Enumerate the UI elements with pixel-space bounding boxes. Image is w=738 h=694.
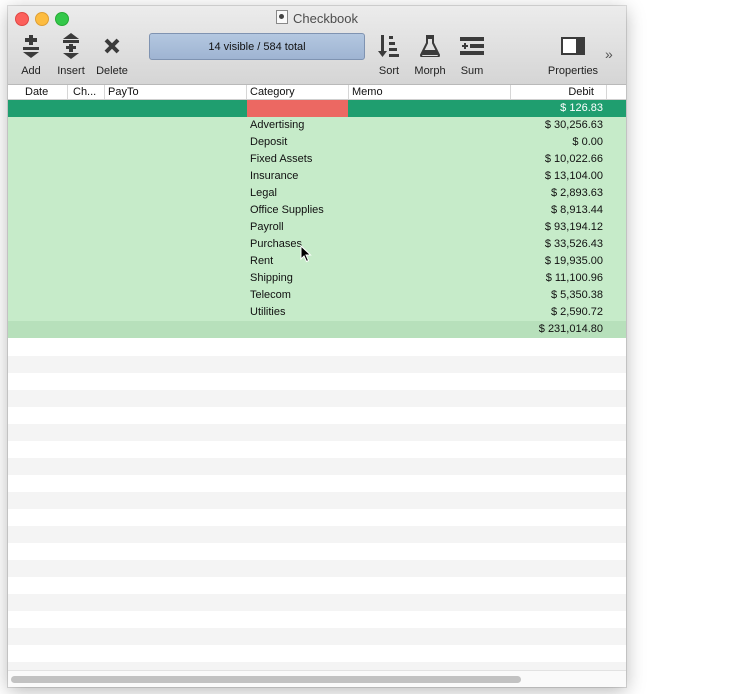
- row-category: Deposit: [250, 136, 288, 148]
- record-count-display[interactable]: 14 visible / 584 total: [149, 33, 365, 60]
- table-row[interactable]: Rent $ 19,935.00: [8, 253, 626, 270]
- column-header-category[interactable]: Category: [247, 85, 349, 99]
- row-category: Purchases: [250, 238, 302, 250]
- table-row[interactable]: Payroll $ 93,194.12: [8, 219, 626, 236]
- row-debit: $ 2,893.63: [551, 187, 603, 199]
- selected-row[interactable]: $ 126.83: [8, 100, 626, 117]
- table-row[interactable]: Purchases $ 33,526.43: [8, 236, 626, 253]
- column-header-date[interactable]: Date: [8, 85, 68, 99]
- sum-rows-icon: [456, 33, 488, 59]
- delete-label: Delete: [96, 65, 128, 77]
- row-debit: $ 11,100.96: [545, 272, 603, 284]
- row-debit: $ 5,350.38: [551, 289, 603, 301]
- table-row[interactable]: Fixed Assets $ 10,022.66: [8, 151, 626, 168]
- row-debit: $ 33,526.43: [544, 238, 603, 250]
- column-header-memo[interactable]: Memo: [349, 85, 511, 99]
- row-category: Utilities: [250, 306, 286, 318]
- morph-label: Morph: [414, 65, 446, 77]
- add-label: Add: [21, 65, 41, 77]
- row-category: Legal: [250, 187, 277, 199]
- record-count-text: 14 visible / 584 total: [208, 40, 306, 53]
- row-debit: $ 30,256.63: [544, 119, 603, 131]
- flask-icon: [410, 33, 450, 59]
- scrollbar-thumb[interactable]: [11, 676, 521, 683]
- sum-button[interactable]: Sum: [456, 33, 488, 77]
- row-category: Shipping: [250, 272, 293, 284]
- row-category: Payroll: [250, 221, 284, 233]
- checkbook-window: Checkbook Add Insert Delete 14 visible /…: [8, 6, 626, 687]
- row-category: Fixed Assets: [250, 153, 313, 165]
- column-header-debit[interactable]: Debit: [511, 85, 607, 99]
- column-header-payto[interactable]: PayTo: [105, 85, 247, 99]
- properties-button[interactable]: Properties: [544, 33, 602, 77]
- row-category: Rent: [250, 255, 274, 267]
- table-header: Date Ch... PayTo Category Memo Debit: [8, 85, 626, 100]
- empty-table-area[interactable]: [8, 339, 626, 674]
- row-debit: $ 2,590.72: [551, 306, 603, 318]
- properties-label: Properties: [547, 65, 599, 77]
- sum-label: Sum: [460, 65, 484, 77]
- mouse-pointer-icon: [300, 245, 312, 263]
- total-row[interactable]: $ 231,014.80: [8, 321, 626, 338]
- document-icon: [275, 10, 288, 24]
- row-debit: $ 13,104.00: [544, 170, 603, 182]
- table-body: $ 126.83 Advertising $ 30,256.63 Deposit $…: [8, 100, 626, 338]
- toolbar-overflow-chevron-icon[interactable]: »: [605, 46, 613, 62]
- titlebar-toolbar: Checkbook Add Insert Delete 14 visible /…: [8, 6, 626, 85]
- table-row[interactable]: Advertising $ 30,256.63: [8, 117, 626, 134]
- row-category: Telecom: [250, 289, 291, 301]
- table-row[interactable]: Telecom $ 5,350.38: [8, 287, 626, 304]
- insert-label: Insert: [57, 65, 85, 77]
- table-row[interactable]: Utilities $ 2,590.72: [8, 304, 626, 321]
- selected-row-debit: $ 126.83: [560, 102, 603, 114]
- selected-category-cell[interactable]: [247, 100, 348, 117]
- row-category: Office Supplies: [250, 204, 324, 216]
- delete-button[interactable]: Delete: [94, 33, 130, 77]
- insert-row-icon: [54, 33, 88, 59]
- add-row-icon: [16, 33, 46, 59]
- table-row[interactable]: Legal $ 2,893.63: [8, 185, 626, 202]
- morph-button[interactable]: Morph: [410, 33, 450, 77]
- add-button[interactable]: Add: [16, 33, 46, 77]
- total-debit: $ 231,014.80: [538, 323, 603, 335]
- delete-x-icon: [94, 33, 130, 59]
- insert-button[interactable]: Insert: [54, 33, 88, 77]
- table-row[interactable]: Deposit $ 0.00: [8, 134, 626, 151]
- row-debit: $ 0.00: [572, 136, 603, 148]
- table-row[interactable]: Shipping $ 11,100.96: [8, 270, 626, 287]
- horizontal-scrollbar[interactable]: [8, 670, 626, 687]
- window-title-text: Checkbook: [292, 11, 359, 26]
- sort-button[interactable]: Sort: [374, 33, 404, 77]
- row-debit: $ 10,022.66: [544, 153, 603, 165]
- sidebar-panel-icon: [544, 33, 602, 59]
- sort-label: Sort: [378, 65, 400, 77]
- table-row[interactable]: Insurance $ 13,104.00: [8, 168, 626, 185]
- table-row[interactable]: Office Supplies $ 8,913.44: [8, 202, 626, 219]
- row-debit: $ 19,935.00: [544, 255, 603, 267]
- column-header-check[interactable]: Ch...: [68, 85, 105, 99]
- row-debit: $ 8,913.44: [551, 204, 603, 216]
- row-category: Insurance: [250, 170, 299, 182]
- row-debit: $ 93,194.12: [544, 221, 603, 233]
- sort-icon: [374, 33, 404, 59]
- window-title: Checkbook: [8, 10, 626, 26]
- row-category: Advertising: [250, 119, 305, 131]
